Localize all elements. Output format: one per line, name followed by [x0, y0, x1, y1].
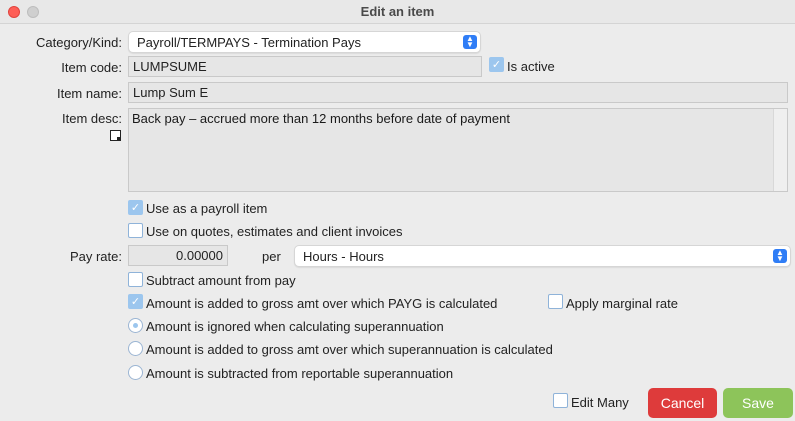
- super-subtracted-label: Amount is subtracted from reportable sup…: [146, 366, 454, 381]
- per-label: per: [262, 249, 281, 264]
- use-quotes-label: Use on quotes, estimates and client invo…: [146, 224, 403, 239]
- marginal-rate-label: Apply marginal rate: [566, 296, 678, 311]
- payg-label: Amount is added to gross amt over which …: [146, 296, 498, 311]
- window-title: Edit an item: [360, 4, 435, 19]
- notepad-icon[interactable]: [110, 130, 121, 141]
- pay-rate-field[interactable]: 0.00000: [128, 245, 228, 266]
- super-ignored-label: Amount is ignored when calculating super…: [146, 319, 444, 334]
- category-select[interactable]: Payroll/TERMPAYS - Termination Pays ▲ ▼: [128, 31, 481, 53]
- item-name-label: Item name:: [56, 86, 122, 101]
- super-added-label: Amount is added to gross amt over which …: [146, 342, 553, 357]
- is-active-label: Is active: [507, 59, 555, 74]
- item-desc-textarea[interactable]: Back pay – accrued more than 12 months b…: [128, 108, 788, 192]
- item-desc-label: Item desc:: [62, 111, 122, 126]
- edit-many-checkbox[interactable]: [553, 393, 568, 408]
- payg-checkbox[interactable]: ✓: [128, 294, 143, 309]
- subtract-checkbox[interactable]: [128, 272, 143, 287]
- textarea-scrollbar[interactable]: [773, 109, 787, 191]
- title-bar: Edit an item: [0, 0, 795, 24]
- use-quotes-checkbox[interactable]: [128, 223, 143, 238]
- item-code-label: Item code:: [61, 60, 122, 75]
- use-payroll-checkbox[interactable]: ✓: [128, 200, 143, 215]
- use-payroll-label: Use as a payroll item: [146, 201, 268, 216]
- save-button[interactable]: Save: [723, 388, 793, 418]
- super-ignored-radio[interactable]: [128, 318, 143, 333]
- edit-many-label: Edit Many: [571, 395, 629, 410]
- per-unit-select[interactable]: Hours - Hours ▲ ▼: [294, 245, 791, 267]
- item-name-field[interactable]: Lump Sum E: [128, 82, 788, 103]
- item-code-field[interactable]: LUMPSUME: [128, 56, 482, 77]
- select-arrows-icon: ▲ ▼: [773, 249, 787, 263]
- subtract-label: Subtract amount from pay: [146, 273, 296, 288]
- marginal-rate-checkbox[interactable]: [548, 294, 563, 309]
- super-subtracted-radio[interactable]: [128, 365, 143, 380]
- cancel-button[interactable]: Cancel: [648, 388, 717, 418]
- select-arrows-icon: ▲ ▼: [463, 35, 477, 49]
- super-added-radio[interactable]: [128, 341, 143, 356]
- category-value: Payroll/TERMPAYS - Termination Pays: [137, 35, 361, 50]
- pay-rate-label: Pay rate:: [69, 249, 122, 264]
- per-unit-value: Hours - Hours: [303, 249, 384, 264]
- item-desc-value: Back pay – accrued more than 12 months b…: [132, 111, 510, 126]
- is-active-checkbox[interactable]: ✓: [489, 57, 504, 72]
- category-label: Category/Kind:: [36, 35, 122, 50]
